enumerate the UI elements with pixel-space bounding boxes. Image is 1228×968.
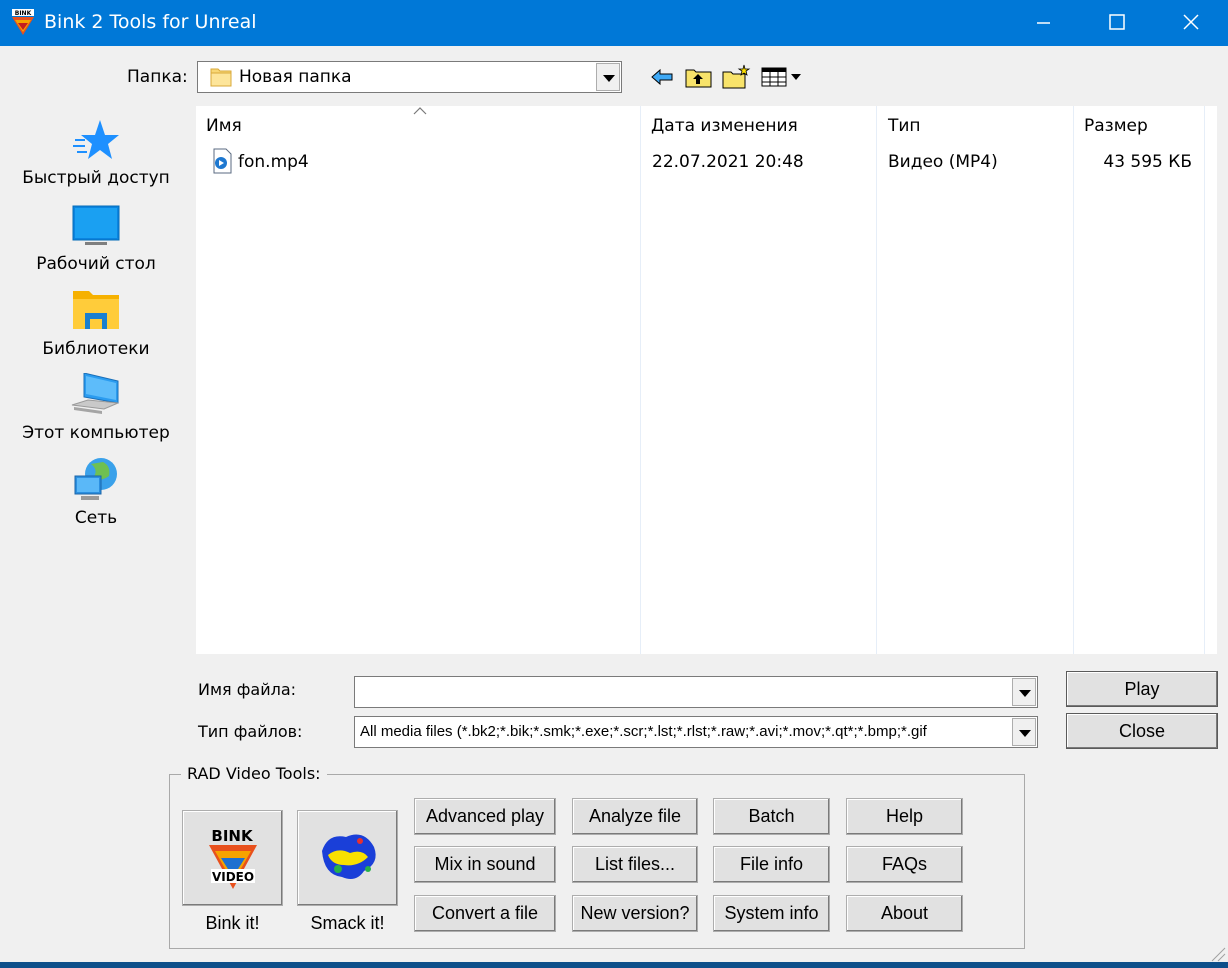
place-label: Быстрый доступ	[22, 168, 170, 188]
bink-it-label: Bink it!	[205, 913, 260, 933]
filename-label: Имя файла:	[198, 680, 297, 699]
minimize-button[interactable]	[1006, 0, 1080, 46]
resize-grip-icon[interactable]	[1208, 944, 1226, 962]
column-separator	[1204, 106, 1205, 654]
computer-icon	[71, 373, 119, 414]
file-size: 43 595 КБ	[1103, 152, 1192, 172]
filetype-select[interactable]: All media files (*.bk2;*.bik;*.smk;*.exe…	[354, 716, 1038, 748]
mix-in-sound-button[interactable]: Mix in sound	[414, 846, 556, 883]
back-arrow-icon[interactable]	[647, 63, 677, 91]
minimize-icon	[1037, 22, 1050, 24]
network-icon	[74, 458, 117, 500]
up-folder-icon[interactable]	[684, 63, 714, 91]
play-button[interactable]: Play	[1066, 671, 1218, 707]
column-header-date[interactable]: Дата изменения	[651, 116, 798, 136]
system-info-button[interactable]: System info	[713, 895, 830, 932]
close-button[interactable]: Close	[1066, 713, 1218, 749]
filetype-label: Тип файлов:	[198, 722, 303, 741]
column-header-type[interactable]: Тип	[888, 116, 921, 136]
file-type: Видео (MP4)	[888, 152, 998, 172]
smack-it-label: Smack it!	[310, 913, 385, 933]
batch-button[interactable]: Batch	[713, 798, 830, 835]
maximize-button[interactable]	[1080, 0, 1154, 46]
smacker-logo-icon	[322, 834, 376, 879]
close-window-button[interactable]	[1154, 0, 1228, 46]
new-version-button[interactable]: New version?	[572, 895, 698, 932]
svg-text:BINK: BINK	[211, 827, 254, 845]
place-quick-access[interactable]: Быстрый доступ	[20, 118, 172, 188]
desktop-icon	[72, 205, 120, 245]
file-info-button[interactable]: File info	[713, 846, 830, 883]
bink-app-icon: BINK	[12, 9, 34, 35]
help-button[interactable]: Help	[846, 798, 963, 835]
bink-logo-icon: BINK VIDEO	[209, 827, 257, 889]
bink-it-button[interactable]: BINK VIDEO	[182, 810, 283, 906]
column-header-name[interactable]: Имя	[206, 116, 242, 136]
place-label: Сеть	[74, 508, 118, 528]
filename-input[interactable]	[359, 678, 1009, 706]
window-title: Bink 2 Tools for Unreal	[44, 11, 257, 33]
sort-ascending-icon	[413, 107, 427, 115]
chevron-down-icon[interactable]	[1012, 678, 1036, 706]
faqs-button[interactable]: FAQs	[846, 846, 963, 883]
file-name: fon.mp4	[238, 152, 309, 172]
place-desktop[interactable]: Рабочий стол	[20, 204, 172, 274]
place-label: Этот компьютер	[22, 423, 170, 443]
title-bar: BINK Bink 2 Tools for Unreal	[0, 0, 1228, 46]
place-label: Библиотеки	[42, 339, 150, 359]
chevron-down-icon[interactable]	[1012, 718, 1036, 746]
svg-text:VIDEO: VIDEO	[212, 870, 254, 884]
folder-label: Папка:	[127, 67, 188, 87]
folder-icon	[210, 68, 232, 87]
place-network[interactable]: Сеть	[20, 456, 172, 528]
file-list[interactable]: Имя Дата изменения Тип Размер fon.mp4 22…	[196, 106, 1217, 654]
close-icon	[1183, 14, 1199, 30]
folder-combo[interactable]: Новая папка	[197, 61, 622, 93]
video-file-icon	[213, 148, 232, 174]
chevron-down-icon[interactable]	[596, 63, 620, 91]
place-libraries[interactable]: Библиотеки	[20, 289, 172, 359]
libraries-icon	[73, 291, 119, 329]
svg-text:BINK: BINK	[15, 10, 32, 17]
place-label: Рабочий стол	[36, 254, 156, 274]
folder-combo-text: Новая папка	[239, 67, 352, 87]
convert-file-button[interactable]: Convert a file	[414, 895, 556, 932]
column-separator	[640, 106, 641, 654]
place-this-pc[interactable]: Этот компьютер	[20, 373, 172, 443]
view-menu-icon[interactable]	[760, 63, 806, 91]
file-date: 22.07.2021 20:48	[652, 152, 804, 172]
analyze-file-button[interactable]: Analyze file	[572, 798, 698, 835]
column-separator	[1073, 106, 1074, 654]
about-button[interactable]: About	[846, 895, 963, 932]
filename-combo[interactable]	[354, 676, 1038, 708]
column-separator	[876, 106, 877, 654]
advanced-play-button[interactable]: Advanced play	[414, 798, 556, 835]
maximize-icon	[1109, 14, 1125, 30]
list-files-button[interactable]: List files...	[572, 846, 698, 883]
filetype-value: All media files (*.bk2;*.bik;*.smk;*.exe…	[360, 723, 927, 740]
column-header-size[interactable]: Размер	[1084, 116, 1148, 136]
star-icon	[73, 120, 119, 159]
rad-tools-title: RAD Video Tools:	[181, 764, 327, 783]
smack-it-button[interactable]	[297, 810, 398, 906]
window-bottom-border	[0, 962, 1228, 968]
new-folder-icon[interactable]	[721, 63, 751, 91]
